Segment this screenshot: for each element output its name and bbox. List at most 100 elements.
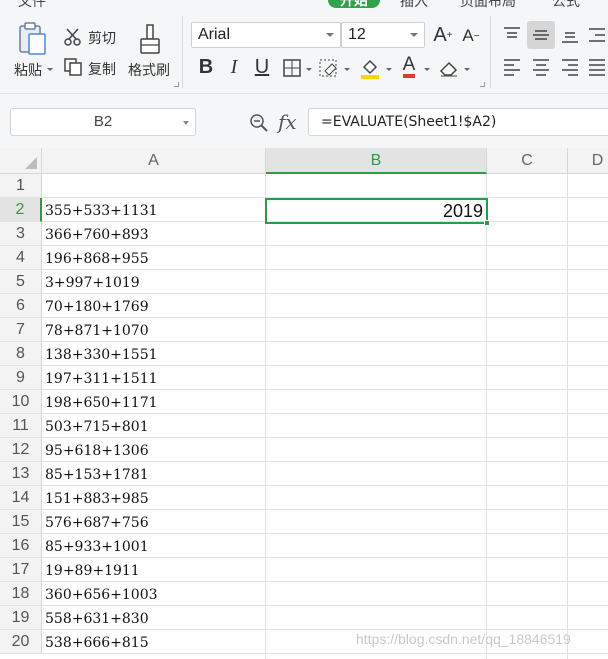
tab-file[interactable]: 文件 (18, 0, 46, 8)
selected-cell-b2[interactable]: 2019 (265, 198, 490, 226)
cell-a20[interactable]: 538+666+815 (42, 630, 266, 654)
cell-a16[interactable]: 85+933+1001 (42, 534, 266, 558)
cell-a8[interactable]: 138+330+1551 (42, 342, 266, 366)
cell-a15[interactable]: 576+687+756 (42, 510, 266, 534)
cut-button[interactable]: 剪切 (88, 28, 116, 48)
row-header[interactable]: 2 (0, 198, 42, 222)
row-header[interactable]: 12 (0, 438, 42, 462)
justify-icon[interactable] (586, 56, 608, 78)
watermark: https://blog.csdn.net/qq_18846519 (356, 631, 571, 647)
font-color-icon[interactable]: A (398, 54, 420, 80)
row-header[interactable]: 19 (0, 606, 42, 630)
cell-a17[interactable]: 19+89+1911 (42, 558, 266, 582)
borders-dropdown-icon[interactable] (306, 68, 312, 71)
row-header[interactable]: 16 (0, 534, 42, 558)
paste-icon (19, 22, 46, 55)
row-header[interactable]: 11 (0, 414, 42, 438)
select-all-button[interactable] (0, 148, 42, 174)
grow-font-icon[interactable]: A + (432, 22, 454, 48)
cell-a19[interactable]: 558+631+830 (42, 606, 266, 630)
column-header-d[interactable]: D (568, 148, 608, 174)
column-divider (486, 174, 487, 659)
row-header[interactable]: 7 (0, 318, 42, 342)
italic-icon[interactable]: I (226, 54, 242, 80)
row-header[interactable]: 3 (0, 222, 42, 246)
cell-a7[interactable]: 78+871+1070 (42, 318, 266, 342)
scissors-icon[interactable] (62, 26, 84, 48)
indent-icon[interactable] (586, 24, 608, 46)
cell-a9[interactable]: 197+311+1511 (42, 366, 266, 390)
zoom-icon[interactable] (248, 112, 270, 134)
cell-a2[interactable]: 355+533+1131 (42, 198, 266, 222)
column-divider (567, 174, 568, 659)
row-header[interactable]: 9 (0, 366, 42, 390)
cell-a4[interactable]: 196+868+955 (42, 246, 266, 270)
align-top-icon[interactable] (500, 24, 524, 46)
tab-home[interactable]: 开始 (328, 0, 380, 8)
spreadsheet-grid[interactable]: A B C D 1 2 355+533+1131 3 366+760+893 4 196+8… (0, 148, 608, 659)
cell-a6[interactable]: 70+180+1769 (42, 294, 266, 318)
paste-dropdown-icon[interactable] (47, 68, 53, 71)
row-header[interactable]: 18 (0, 582, 42, 606)
cell-a18[interactable]: 360+656+1003 (42, 582, 266, 606)
ribbon-divider (182, 16, 183, 88)
fill-color-icon[interactable] (358, 56, 382, 80)
align-bottom-icon[interactable] (558, 24, 582, 46)
cell-a3[interactable]: 366+760+893 (42, 222, 266, 246)
font-name-select[interactable]: Arial (191, 22, 341, 48)
cell-a5[interactable]: 3+997+1019 (42, 270, 266, 294)
cell-a1[interactable] (42, 174, 266, 198)
eraser-icon[interactable] (438, 58, 460, 78)
format-painter-button[interactable]: 格式刷 (128, 60, 170, 80)
eraser-dropdown-icon[interactable] (464, 68, 470, 71)
bold-icon[interactable]: B (196, 54, 216, 80)
align-center-icon[interactable] (529, 56, 553, 78)
column-header-c[interactable]: C (487, 148, 568, 174)
row-header[interactable]: 14 (0, 486, 42, 510)
insert-function-button[interactable]: fx (278, 110, 297, 134)
font-size-select[interactable]: 12 (341, 22, 425, 48)
row-header[interactable]: 1 (0, 174, 42, 198)
column-header-b[interactable]: B (266, 148, 487, 174)
name-box[interactable]: B2 (10, 108, 196, 136)
copy-button[interactable]: 复制 (88, 59, 116, 79)
row-header[interactable]: 13 (0, 462, 42, 486)
ribbon-home: 粘贴 剪切 复制 格式刷 Arial 12 A + A − B I U A (0, 8, 608, 94)
align-middle-icon[interactable] (527, 21, 555, 49)
fill-handle[interactable] (484, 220, 490, 226)
row-header[interactable]: 5 (0, 270, 42, 294)
row-header[interactable]: 4 (0, 246, 42, 270)
cell-a11[interactable]: 503+715+801 (42, 414, 266, 438)
paste-button[interactable] (14, 20, 50, 60)
row-header[interactable]: 6 (0, 294, 42, 318)
align-right-icon[interactable] (558, 56, 582, 78)
fill-pattern-dropdown-icon[interactable] (344, 68, 350, 71)
shrink-font-icon[interactable]: A − (460, 24, 482, 48)
row-header[interactable]: 20 (0, 630, 42, 654)
row-header[interactable]: 17 (0, 558, 42, 582)
fill-pattern-icon[interactable] (318, 58, 340, 78)
row-header[interactable]: 10 (0, 390, 42, 414)
fill-color-dropdown-icon[interactable] (386, 68, 392, 71)
chevron-down-icon (183, 121, 189, 125)
column-header-a[interactable]: A (42, 148, 266, 174)
tab-formulas[interactable]: 公式 (552, 0, 580, 8)
formula-input[interactable]: =EVALUATE(Sheet1!$A2) (308, 108, 608, 136)
clipboard-dialog-launcher-icon[interactable] (174, 82, 179, 87)
align-left-icon[interactable] (500, 56, 524, 78)
cell-a12[interactable]: 95+618+1306 (42, 438, 266, 462)
tab-page-layout[interactable]: 页面布局 (460, 0, 516, 8)
font-dialog-launcher-icon[interactable] (480, 82, 485, 87)
cell-a14[interactable]: 151+883+985 (42, 486, 266, 510)
format-painter-icon[interactable] (136, 22, 164, 58)
row-header[interactable]: 8 (0, 342, 42, 366)
cell-a10[interactable]: 198+650+1171 (42, 390, 266, 414)
font-color-dropdown-icon[interactable] (424, 68, 430, 71)
underline-icon[interactable]: U (252, 54, 272, 80)
borders-icon[interactable] (282, 58, 302, 78)
copy-icon[interactable] (62, 56, 84, 78)
tab-insert[interactable]: 插入 (400, 0, 428, 8)
chevron-down-icon (410, 33, 418, 37)
cell-a13[interactable]: 85+153+1781 (42, 462, 266, 486)
row-header[interactable]: 15 (0, 510, 42, 534)
